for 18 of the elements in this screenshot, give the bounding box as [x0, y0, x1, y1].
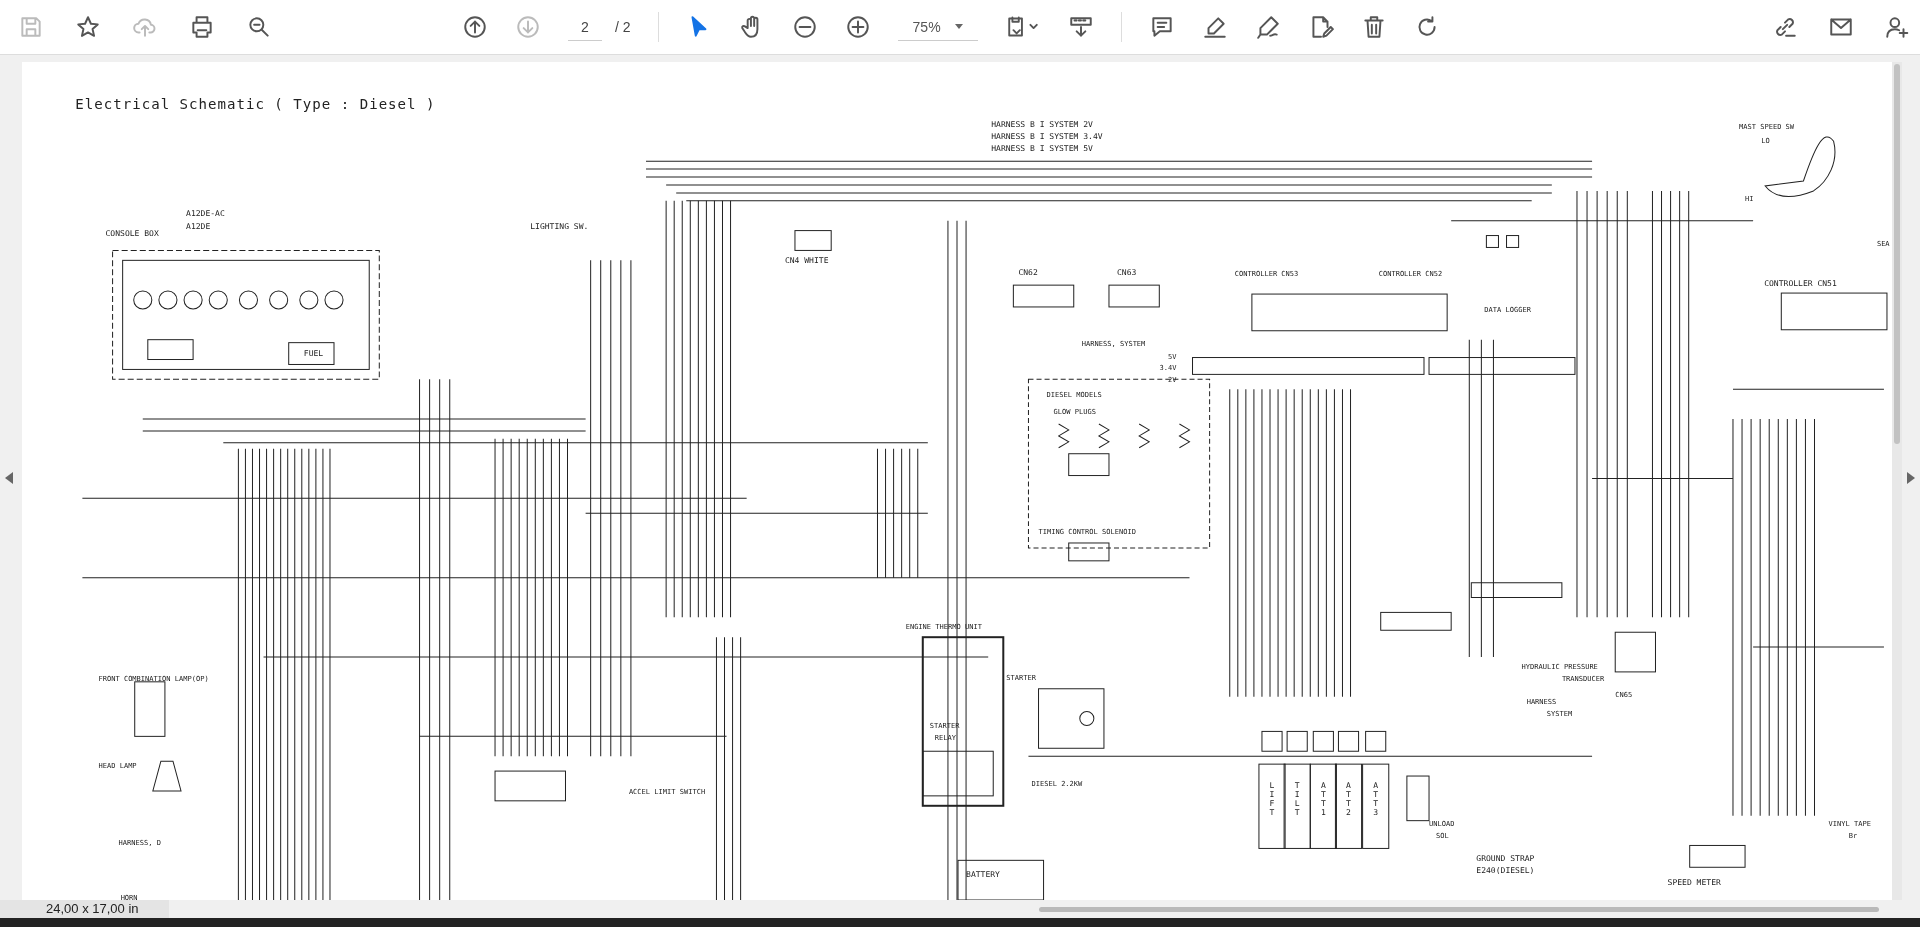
- horizontal-scrollbar[interactable]: [1038, 906, 1879, 912]
- add-user-icon[interactable]: [1884, 14, 1910, 40]
- zoom-icon[interactable]: [246, 14, 272, 40]
- star-icon[interactable]: [75, 14, 101, 40]
- vertical-scrollbar[interactable]: [1892, 62, 1902, 900]
- print-icon[interactable]: [189, 14, 215, 40]
- zoom-dropdown[interactable]: 75%: [897, 13, 978, 41]
- highlighter-icon[interactable]: [1201, 14, 1228, 40]
- zoom-in-icon[interactable]: [844, 14, 871, 40]
- schematic-label: Electrical Schematic ( Type : Diesel ): [75, 95, 436, 112]
- page-size-label: 24,00 x 17,00 in: [0, 900, 169, 918]
- right-arrow-icon[interactable]: [1907, 471, 1915, 484]
- pen-icon[interactable]: [1254, 14, 1281, 40]
- previous-page-icon[interactable]: [462, 14, 488, 40]
- zoom-out-icon[interactable]: [791, 14, 818, 40]
- left-arrow-icon[interactable]: [5, 471, 13, 484]
- caret-icon[interactable]: [954, 24, 963, 29]
- page-total: / 2: [615, 19, 631, 35]
